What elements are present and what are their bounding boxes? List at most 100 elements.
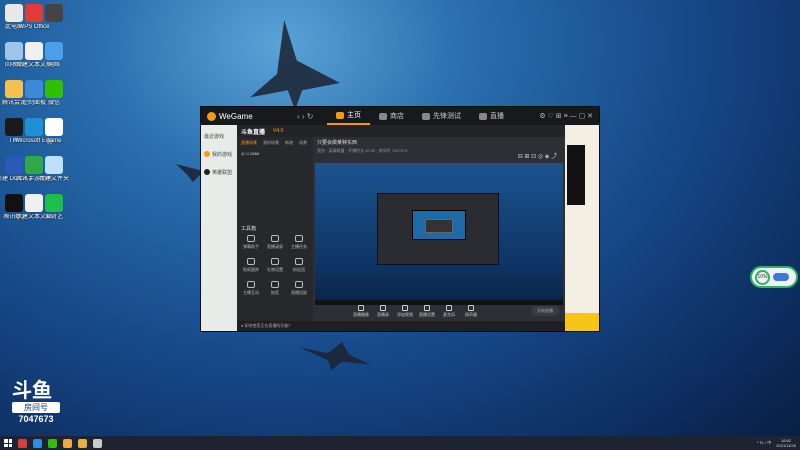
manta-ray-small [300,342,370,370]
stream-control[interactable]: 直播设置 [419,304,435,318]
desktop-icon-label: game [46,138,62,144]
preview-window [377,193,499,265]
toolbox-item[interactable]: 直播回放 [287,281,311,296]
sidebar-item-recent[interactable]: 最近游戏 [201,129,237,143]
desktop-icon[interactable]: 新建文件夹 [36,156,72,183]
tab-home[interactable]: 主页 [327,107,370,125]
tray-icons[interactable]: ^ ⊡ ♪ 中 [757,440,772,446]
tool-icon [271,281,279,288]
taskbar-app-icon[interactable] [93,438,102,448]
taskbar-app-icon[interactable] [63,438,72,448]
tab-live[interactable]: 直播 [470,107,513,125]
toolbox-item[interactable]: 主播任务 [287,235,311,250]
start-button[interactable] [4,439,12,447]
stream-control[interactable]: 添加视频 [397,304,413,318]
douyu-logo: 斗鱼 [12,378,52,402]
douyu-watermark: 斗鱼 房间号 7047673 [12,380,60,424]
test-icon [422,112,430,120]
desktop-icon-label: 网络 [47,62,60,68]
stream-control[interactable]: 扬声器 [463,304,479,318]
start-live-button[interactable]: 开始直播 [531,306,559,316]
douyu-version: V4.0 [273,128,284,134]
toolbox-item[interactable]: 贴纸图库 [239,258,263,273]
douyu-scene-panel: 直播场景 我的场景 新增 场景 ◎ ☐ 2560 工具箱 弹幕助手 直播录屏 主播任… [237,137,313,331]
toolbox-item[interactable]: 粉丝团 [287,258,311,273]
sidebar-item-lol[interactable]: 英雄联盟 [201,165,237,179]
stream-preview [315,163,563,305]
wegame-logo: WeGame [207,111,297,121]
tool-icon [295,258,303,265]
wegame-right-panel [565,125,599,331]
room-number: 7047673 [18,414,54,424]
tab-my-scene[interactable]: 我的场景 [263,140,279,146]
promo-strip [565,313,599,331]
wegame-titlebar[interactable]: WeGame ‹ › ↻ 主页 商店 先锋测试 直播 ⚙ ♡ ⊞ ≡ — ▢ ✕ [201,107,599,125]
window-controls[interactable]: ⚙ ♡ ⊞ ≡ — ▢ ✕ [539,112,593,120]
toolbox-item[interactable]: 礼物设置 [263,258,287,273]
douyu-broadcast-tool[interactable]: 斗鱼直播 V4.0 直播场景 我的场景 新增 场景 ◎ ☐ 2560 工具箱 弹… [237,125,565,331]
system-tray[interactable]: ^ ⊡ ♪ 中 18:52 2021/11/26 [757,438,796,448]
banner-image [567,145,585,205]
scene-tabs: 直播场景 我的场景 新增 场景 [237,137,313,149]
manta-ray-large [250,20,340,110]
control-icon [446,304,452,311]
cloud-icon [773,273,789,281]
tab-live-scene[interactable]: 直播场景 [241,140,257,146]
tab-pioneer-test[interactable]: 先锋测试 [413,107,470,125]
toolbox-item[interactable]: 弹幕助手 [239,235,263,250]
toolbox-item[interactable]: 主播互动 [239,281,263,296]
room-title[interactable]: 只要会做某种东西 [317,139,561,146]
stream-controls: 直播摄像 直播录 添加视频 直播设置 麦克风 扬声器 开始直播 [313,301,565,321]
desktop-icon[interactable]: 网络 [36,42,72,69]
stream-control[interactable]: 直播摄像 [353,304,369,318]
taskbar-app-icon[interactable] [48,438,57,448]
home-icon [336,111,344,119]
control-icon [358,304,364,311]
toolbox-item[interactable]: 直播录屏 [263,235,287,250]
stream-control[interactable]: 麦克风 [441,304,457,318]
desktop-icon[interactable]: 微信 [36,80,72,107]
clock[interactable]: 18:52 2021/11/26 [776,438,796,448]
tab-add[interactable]: 新增 [285,140,293,146]
wegame-brand: WeGame [219,111,253,121]
wegame-sidebar: 最近游戏 我的游戏 英雄联盟 [201,125,237,331]
room-number-label: 房间号 [12,402,60,413]
preview-nested-window [412,210,466,240]
header-icons[interactable]: ⊟ ⊞ ⊡ ◎ ◈ ⤴ [518,151,557,160]
douyu-main: 只要会做某种东西 竞技 · 英雄联盟 · 开播时长 00:00 · 房间号 70… [313,137,565,321]
control-icon [380,304,386,311]
douyu-brand: 斗鱼直播 [241,129,266,136]
game-icon [204,151,210,157]
wegame-window[interactable]: WeGame ‹ › ↻ 主页 商店 先锋测试 直播 ⚙ ♡ ⊞ ≡ — ▢ ✕… [200,106,600,332]
toolbox-title: 工具箱 [241,226,257,232]
tab-scene[interactable]: 场景 [299,140,307,146]
wegame-nav-controls[interactable]: ‹ › ↻ [297,112,327,121]
desktop-icon-label: 新建文件夹 [38,176,69,182]
app-icon [45,194,63,212]
toolbox-item[interactable]: 抽奖 [263,281,287,296]
desktop-icon-label: 爱奇艺 [44,214,63,220]
floating-speed-widget[interactable]: 10% [750,266,798,288]
douyu-topbar: 斗鱼直播 V4.0 [237,125,565,137]
sidebar-item-mygames[interactable]: 我的游戏 [201,147,237,161]
taskbar-app-icon[interactable] [18,438,27,448]
tab-store[interactable]: 商店 [370,107,413,125]
tool-icon [271,258,279,265]
desktop-icon[interactable]: game [36,118,72,145]
taskbar-app-icon[interactable] [33,438,42,448]
desktop-icon-label: 微信 [47,100,60,106]
desktop-icon[interactable]: 爱奇艺 [36,194,72,221]
control-icon [424,304,430,311]
tool-icon [295,281,303,288]
status-bar[interactable]: ● 如何使用正在直播的功能？ [237,321,565,331]
app-icon [45,118,63,136]
usage-percent: 10% [755,269,770,285]
tool-icon [247,235,255,242]
desktop-icon[interactable] [36,4,72,24]
scene-item[interactable]: ◎ ☐ 2560 [237,149,313,158]
wegame-logo-icon [207,111,216,121]
app-icon [45,42,63,60]
taskbar: ^ ⊡ ♪ 中 18:52 2021/11/26 [0,436,800,450]
stream-control[interactable]: 直播录 [375,304,391,318]
taskbar-app-icon[interactable] [78,438,87,448]
